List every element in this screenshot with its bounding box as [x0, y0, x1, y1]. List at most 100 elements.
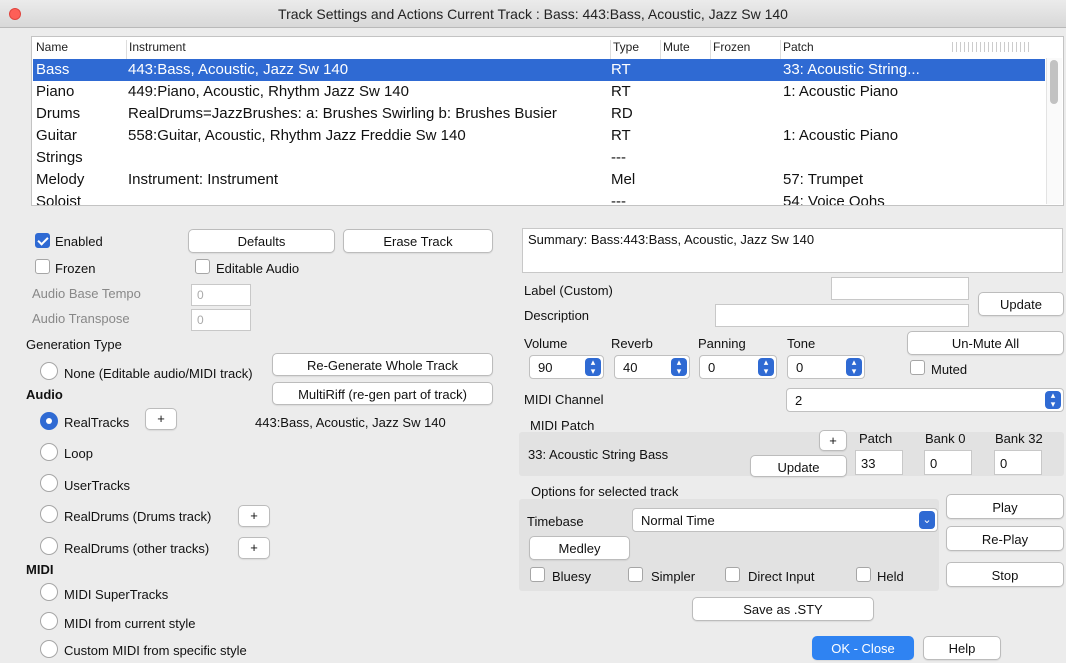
reverb-value: 40: [623, 360, 638, 375]
simpler-label: Simpler: [651, 569, 696, 584]
ok-close-button[interactable]: OK - Close: [812, 636, 914, 660]
replay-button[interactable]: Re-Play: [946, 526, 1064, 551]
table-row[interactable]: Guitar 558:Guitar, Acoustic, Rhythm Jazz…: [33, 125, 1045, 147]
editable-audio-checkbox[interactable]: [195, 259, 210, 274]
table-row[interactable]: Melody Instrument: Instrument Mel 57: Tr…: [33, 169, 1045, 191]
bank32-label: Bank 32: [995, 431, 1043, 446]
bank32-field[interactable]: 0: [994, 450, 1042, 475]
volume-label: Volume: [524, 336, 568, 351]
updown-icon: ▴ ▾: [671, 358, 687, 376]
held-label: Held: [877, 569, 904, 584]
usertracks-radio[interactable]: [40, 474, 58, 492]
scrollbar-thumb[interactable]: [1050, 60, 1058, 104]
defaults-button[interactable]: Defaults: [188, 229, 335, 253]
none-label: None (Editable audio/MIDI track): [64, 366, 253, 381]
row-instrument: RealDrums=JazzBrushes: a: Brushes Swirli…: [128, 105, 557, 122]
custom-midi-radio[interactable]: [40, 640, 58, 658]
patch-name: 33: Acoustic String Bass: [528, 447, 669, 462]
updown-icon: ▴ ▾: [585, 358, 601, 376]
audio-transpose-field[interactable]: 0: [191, 309, 251, 331]
midi-patch-heading: MIDI Patch: [530, 418, 595, 433]
table-row[interactable]: Piano 449:Piano, Acoustic, Rhythm Jazz S…: [33, 81, 1045, 103]
patch-add-button[interactable]: +: [819, 430, 847, 451]
erase-track-button[interactable]: Erase Track: [343, 229, 493, 253]
update-label-button[interactable]: Update: [978, 292, 1064, 316]
col-type[interactable]: Type: [610, 40, 639, 60]
row-name: Guitar: [36, 127, 77, 144]
midi-channel-select[interactable]: 2 ▴ ▾: [786, 388, 1064, 412]
midi-channel-value: 2: [795, 393, 803, 408]
row-patch: 33: Acoustic String...: [783, 61, 920, 78]
window-title: Track Settings and Actions Current Track…: [278, 6, 788, 22]
col-name[interactable]: Name: [36, 40, 68, 60]
row-name: Bass: [36, 61, 70, 78]
volume-select[interactable]: 90 ▴ ▾: [529, 355, 604, 379]
simpler-checkbox[interactable]: [628, 567, 643, 582]
patch-update-button[interactable]: Update: [750, 455, 847, 477]
medley-button[interactable]: Medley: [529, 536, 630, 560]
regenerate-button[interactable]: Re-Generate Whole Track: [272, 353, 493, 376]
realtracks-value: 443:Bass, Acoustic, Jazz Sw 140: [255, 415, 446, 430]
realdrums-other-radio[interactable]: [40, 537, 58, 555]
none-radio[interactable]: [40, 362, 58, 380]
patch-field[interactable]: 33: [855, 450, 903, 475]
audio-base-tempo-label: Audio Base Tempo: [32, 286, 141, 301]
row-type: ---: [611, 149, 626, 166]
row-type: Mel: [611, 171, 636, 188]
row-patch: 1: Acoustic Piano: [783, 127, 899, 144]
enabled-checkbox[interactable]: [35, 233, 50, 248]
direct-input-checkbox[interactable]: [725, 567, 740, 582]
table-row[interactable]: Bass 443:Bass, Acoustic, Jazz Sw 140 RT …: [33, 59, 1045, 81]
col-mute[interactable]: Mute: [660, 40, 690, 60]
unmute-all-button[interactable]: Un-Mute All: [907, 331, 1064, 355]
realdrums-drums-radio[interactable]: [40, 505, 58, 523]
frozen-checkbox[interactable]: [35, 259, 50, 274]
editable-audio-label: Editable Audio: [216, 261, 300, 276]
realdrums-other-add-button[interactable]: +: [238, 537, 270, 559]
timebase-value: Normal Time: [641, 513, 715, 528]
timebase-select[interactable]: Normal Time ⌄: [632, 508, 938, 532]
col-patch[interactable]: Patch: [780, 40, 814, 60]
midi-supertracks-radio[interactable]: [40, 583, 58, 601]
bank0-field[interactable]: 0: [924, 450, 972, 475]
row-patch: 1: Acoustic Piano: [783, 83, 899, 100]
chevron-down-icon: ⌄: [919, 511, 935, 529]
reverb-select[interactable]: 40 ▴ ▾: [614, 355, 690, 379]
help-button[interactable]: Help: [923, 636, 1001, 660]
panning-select[interactable]: 0 ▴ ▾: [699, 355, 777, 379]
row-type: RD: [611, 105, 633, 122]
multiriff-button[interactable]: MultiRiff (re-gen part of track): [272, 382, 493, 405]
table-row[interactable]: Strings ---: [33, 147, 1045, 169]
label-custom-field[interactable]: [831, 277, 969, 300]
muted-checkbox[interactable]: [910, 360, 925, 375]
row-instrument: Instrument: Instrument: [128, 171, 279, 188]
realtracks-add-button[interactable]: +: [145, 408, 177, 430]
tone-select[interactable]: 0 ▴ ▾: [787, 355, 865, 379]
volume-value: 90: [538, 360, 553, 375]
col-instrument[interactable]: Instrument: [126, 40, 186, 60]
bluesy-label: Bluesy: [552, 569, 592, 584]
table-row[interactable]: Soloist --- 54: Voice Oohs: [33, 191, 1045, 206]
bluesy-checkbox[interactable]: [530, 567, 545, 582]
table-row[interactable]: Drums RealDrums=JazzBrushes: a: Brushes …: [33, 103, 1045, 125]
usertracks-label: UserTracks: [64, 478, 130, 493]
play-button[interactable]: Play: [946, 494, 1064, 519]
direct-input-label: Direct Input: [748, 569, 815, 584]
track-list[interactable]: Name Instrument Type Mute Frozen Patch B…: [31, 36, 1064, 206]
col-frozen[interactable]: Frozen: [710, 40, 750, 60]
panning-value: 0: [708, 360, 716, 375]
stop-button[interactable]: Stop: [946, 562, 1064, 587]
save-sty-button[interactable]: Save as .STY: [692, 597, 874, 621]
row-name: Soloist: [36, 193, 82, 206]
realdrums-drums-add-button[interactable]: +: [238, 505, 270, 527]
held-checkbox[interactable]: [856, 567, 871, 582]
panning-label: Panning: [698, 336, 746, 351]
realtracks-radio[interactable]: [40, 412, 58, 430]
updown-icon: ▴ ▾: [758, 358, 774, 376]
midi-current-style-radio[interactable]: [40, 612, 58, 630]
loop-radio[interactable]: [40, 443, 58, 461]
updown-icon: ▴ ▾: [1045, 391, 1061, 409]
audio-base-tempo-field[interactable]: 0: [191, 284, 251, 306]
realdrums-drums-label: RealDrums (Drums track): [64, 509, 212, 524]
description-field[interactable]: [715, 304, 969, 327]
